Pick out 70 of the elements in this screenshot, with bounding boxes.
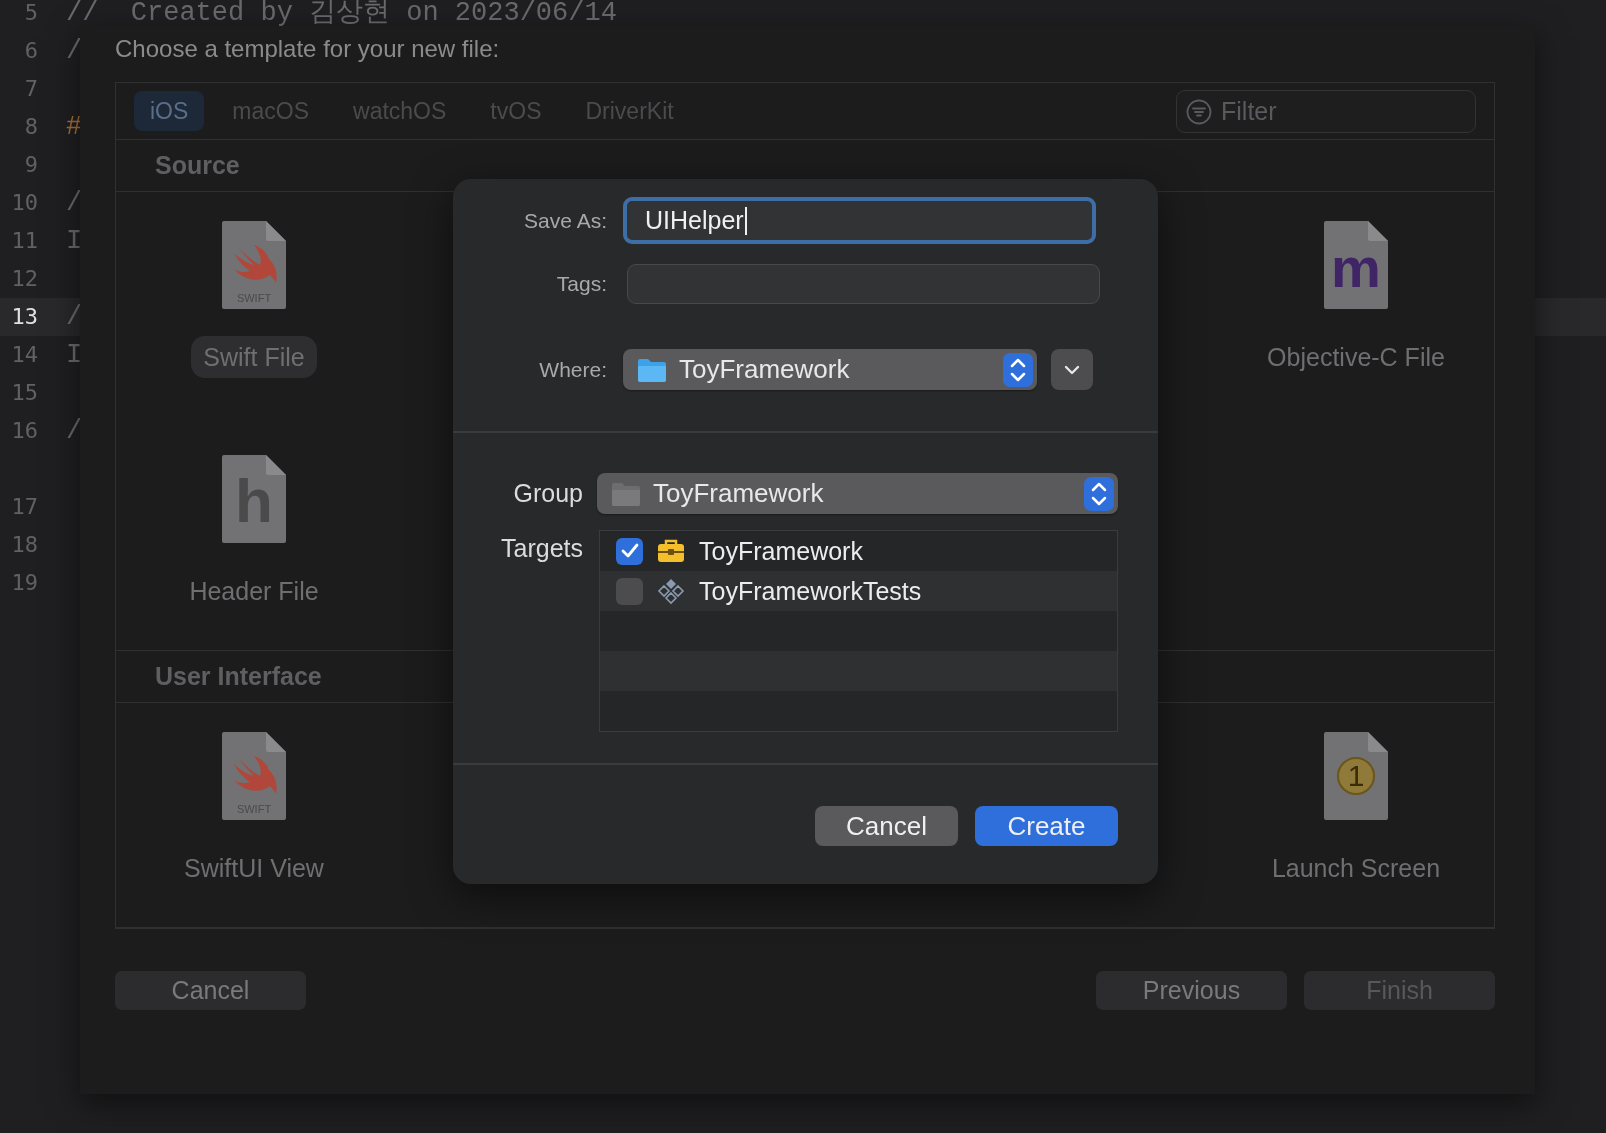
- sheet-button[interactable]: Previous: [1096, 971, 1287, 1010]
- template-item[interactable]: 1 Launch Screen: [1218, 703, 1494, 889]
- template-label: SwiftUI View: [183, 853, 325, 884]
- swift-file-icon: [222, 732, 286, 820]
- line-number: 13: [10, 303, 38, 331]
- template-label: Swift File: [191, 336, 317, 378]
- text-caret: [744, 206, 747, 235]
- create-button[interactable]: Create: [975, 806, 1118, 846]
- field-label: Group: [512, 479, 584, 508]
- field-label: Save As:: [523, 208, 608, 233]
- line-number: 9: [23, 151, 38, 179]
- line-number: 11: [10, 227, 38, 255]
- save-as-field[interactable]: UIHelper: [623, 197, 1096, 244]
- section-title: Source: [155, 151, 240, 180]
- code-text: /: [66, 301, 83, 334]
- targets-label: Targets: [500, 534, 584, 563]
- checkbox[interactable]: [616, 537, 643, 565]
- code-text: /: [66, 415, 83, 448]
- code-text: I: [66, 225, 83, 258]
- swift-file-icon: [222, 221, 286, 309]
- line-number: 6: [23, 37, 38, 65]
- line-number: 10: [10, 189, 38, 217]
- group-popup[interactable]: ToyFramework: [597, 473, 1118, 514]
- platform-tab[interactable]: iOS: [134, 91, 205, 131]
- code-text: // Created by 김상현 on 2023/06/14: [66, 0, 617, 30]
- stepper-icon: [1084, 476, 1114, 511]
- field-label: Tags:: [555, 272, 608, 296]
- template-item[interactable]: m Objective-C File: [1218, 192, 1494, 378]
- line-number: 16: [10, 417, 38, 445]
- code-text: #: [66, 111, 83, 144]
- code-text: /: [66, 187, 83, 220]
- section-title: User Interface: [155, 662, 322, 691]
- line-number: 17: [10, 493, 38, 521]
- expand-button[interactable]: [1051, 349, 1093, 390]
- code-text: I: [66, 339, 83, 372]
- sheet-button[interactable]: Cancel: [115, 971, 306, 1010]
- toolbox-icon: [657, 539, 685, 563]
- where-popup[interactable]: ToyFramework: [623, 349, 1037, 390]
- target-row[interactable]: ToyFrameworkTests: [600, 571, 1117, 611]
- launch-screen-file-icon: [1324, 732, 1388, 820]
- line-number: 12: [10, 265, 38, 293]
- template-label: Launch Screen: [1270, 853, 1442, 884]
- line-number: 15: [10, 379, 38, 407]
- sheet-title: Choose a template for your new file:: [115, 34, 501, 64]
- folder-icon: [637, 356, 667, 383]
- code-text: /: [66, 35, 83, 68]
- template-label: Header File: [188, 576, 320, 607]
- line-number: 14: [10, 341, 38, 369]
- line-number: 19: [10, 569, 38, 597]
- icon-glyph: 1: [1347, 758, 1365, 794]
- diamonds-icon: [657, 577, 685, 605]
- chevron-down-icon: [1064, 364, 1080, 375]
- icon-glyph: m: [1331, 247, 1381, 289]
- header-file-icon: [222, 455, 286, 543]
- filter-icon: [1186, 98, 1212, 125]
- cancel-button[interactable]: Cancel: [815, 806, 958, 846]
- line-number: 7: [23, 75, 38, 103]
- filter-field[interactable]: Filter: [1176, 89, 1476, 133]
- field-label: Where:: [538, 357, 608, 382]
- checkbox[interactable]: [616, 577, 643, 605]
- field-value: UIHelper: [645, 206, 744, 235]
- folder-icon: [611, 480, 641, 507]
- checkmark-icon: [620, 543, 639, 559]
- objective-c-file-icon: [1324, 221, 1388, 309]
- line-number: 8: [23, 113, 38, 141]
- tags-field[interactable]: [627, 264, 1100, 304]
- line-number: 18: [10, 531, 38, 559]
- line-number: 5: [23, 0, 38, 27]
- stepper-icon: [1003, 352, 1033, 387]
- template-label: Objective-C File: [1266, 342, 1446, 373]
